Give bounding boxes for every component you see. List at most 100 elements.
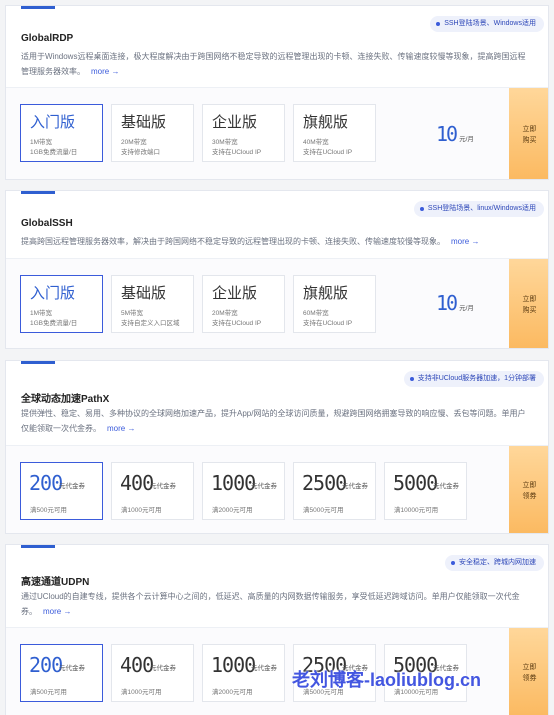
claim-label-2: 领券 — [522, 675, 537, 682]
coupon-amount: 2500 — [302, 471, 347, 495]
coupon-option-1000[interactable]: 1000 元代金券 满2000元可用 — [202, 644, 285, 702]
more-link[interactable]: more → — [451, 237, 479, 246]
product-card-pathx: 支持非UCloud服务器加速，1分钟部署 全球动态加速PathX 提供弹性、稳定… — [5, 360, 549, 534]
claim-label-1: 立即 — [522, 481, 537, 489]
product-description: 提供弹性、稳定、易用、多种协议的全球网络加速产品，提升App/网站的全球访问质量… — [21, 406, 533, 436]
coupon-unit: 元代金券 — [251, 665, 277, 672]
plan-name: 入门版 — [30, 114, 76, 131]
plan-option-basic[interactable]: 基础版 20M带宽 支持修改端口 — [111, 104, 194, 162]
plan-option-entry[interactable]: 入门版 1M带宽 1GB免费流量/日 — [20, 104, 103, 162]
coupon-option-5000[interactable]: 5000 元代金券 满10000元可用 — [384, 462, 467, 520]
product-title: GlobalRDP — [21, 33, 74, 44]
plan-bandwidth: 30M带宽 — [212, 139, 238, 146]
card-accent-bar — [21, 545, 55, 548]
coupon-minimum: 满5000元可用 — [303, 507, 344, 514]
plan-option-basic[interactable]: 基础版 5M带宽 支持自定义入口区域 — [111, 275, 194, 333]
coupon-unit: 元代金券 — [59, 483, 85, 490]
plan-option-flagship[interactable]: 旗舰版 40M带宽 支持在UCloud IP — [293, 104, 376, 162]
price: 10 元/月 — [436, 291, 474, 315]
plan-name: 基础版 — [121, 114, 167, 131]
plan-name: 企业版 — [212, 285, 258, 302]
claim-coupon-button[interactable]: 立即 领券 — [509, 628, 548, 715]
coupon-minimum: 满500元可用 — [30, 689, 67, 696]
price-unit: 元/月 — [459, 136, 474, 143]
coupon-minimum: 满2000元可用 — [212, 507, 253, 514]
price-value: 10 — [436, 122, 458, 146]
coupon-option-2500[interactable]: 2500 元代金券 满5000元可用 — [293, 462, 376, 520]
claim-label-2: 领券 — [522, 492, 537, 500]
coupon-option-400[interactable]: 400 元代金券 满1000元可用 — [111, 644, 194, 702]
coupon-row: 200 元代金券 满500元可用 400 元代金券 满1000元可用 1000 … — [6, 445, 548, 533]
coupon-unit: 元代金券 — [59, 665, 85, 672]
plan-feature: 支持在UCloud IP — [212, 320, 262, 327]
feature-tag: SSH登陆场景、linux/Windows适用 — [413, 201, 544, 217]
plan-name: 基础版 — [121, 285, 167, 302]
buy-label-1: 立即 — [522, 125, 537, 133]
plan-name: 旗舰版 — [303, 285, 349, 302]
description-text: 通过UCloud的自建专线，提供各个云计算中心之间的，低延迟、高质量的内网数据传… — [21, 592, 520, 616]
feature-tag: 安全稳定、跨城内网加速 — [445, 555, 544, 571]
coupon-unit: 元代金券 — [150, 665, 176, 672]
coupon-amount: 400 — [120, 471, 154, 495]
plan-feature: 支持在UCloud IP — [303, 320, 353, 327]
coupon-amount: 1000 — [211, 471, 256, 495]
buy-label-1: 立即 — [522, 295, 537, 303]
plan-bandwidth: 1M带宽 — [30, 139, 53, 146]
plan-feature: 1GB免费流量/日 — [30, 320, 78, 327]
coupon-unit: 元代金券 — [342, 483, 368, 490]
coupon-option-1000[interactable]: 1000 元代金券 满2000元可用 — [202, 462, 285, 520]
description-text: 提高跨国远程管理服务器效率，解决由于跨国网络不稳定导致的远程管理出现的卡顿、连接… — [21, 237, 445, 246]
plan-name: 企业版 — [212, 114, 258, 131]
more-link[interactable]: more → — [43, 607, 71, 616]
plan-row: 入门版 1M带宽 1GB免费流量/日 基础版 20M带宽 支持修改端口 企业版 … — [6, 87, 548, 179]
coupon-minimum: 满1000元可用 — [121, 689, 162, 696]
plan-bandwidth: 5M带宽 — [121, 310, 144, 317]
feature-tag: 支持非UCloud服务器加速，1分钟部署 — [403, 371, 544, 387]
plan-option-entry[interactable]: 入门版 1M带宽 1GB免费流量/日 — [20, 275, 103, 333]
feature-tag: SSH登陆场景、Windows适用 — [430, 16, 544, 32]
coupon-minimum: 满10000元可用 — [394, 507, 439, 514]
plan-feature: 支持在UCloud IP — [212, 149, 262, 156]
coupon-amount: 1000 — [211, 653, 256, 677]
coupon-amount: 200 — [29, 653, 63, 677]
coupon-unit: 元代金券 — [150, 483, 176, 490]
plan-option-enterprise[interactable]: 企业版 20M带宽 支持在UCloud IP — [202, 275, 285, 333]
price-unit: 元/月 — [459, 305, 474, 312]
product-description: 通过UCloud的自建专线，提供各个云计算中心之间的，低延迟、高质量的内网数据传… — [21, 589, 533, 619]
claim-coupon-button[interactable]: 立即 领券 — [509, 446, 548, 533]
coupon-unit: 元代金券 — [433, 483, 459, 490]
coupon-option-200[interactable]: 200 元代金券 满500元可用 — [20, 644, 103, 702]
plan-name: 旗舰版 — [303, 114, 349, 131]
card-accent-bar — [21, 361, 55, 364]
claim-label-1: 立即 — [522, 664, 537, 671]
more-link[interactable]: more → — [91, 67, 119, 76]
plan-option-flagship[interactable]: 旗舰版 60M带宽 支持在UCloud IP — [293, 275, 376, 333]
coupon-option-400[interactable]: 400 元代金券 满1000元可用 — [111, 462, 194, 520]
plan-bandwidth: 20M带宽 — [121, 139, 147, 146]
plan-row: 入门版 1M带宽 1GB免费流量/日 基础版 5M带宽 支持自定义入口区域 企业… — [6, 258, 548, 348]
watermark: 老刘博客-laoliublog.cn — [292, 670, 481, 690]
plan-feature: 支持修改端口 — [121, 149, 160, 156]
plan-feature: 支持自定义入口区域 — [121, 320, 180, 327]
price-value: 10 — [436, 291, 458, 315]
buy-now-button[interactable]: 立即 购买 — [509, 88, 548, 179]
price: 10 元/月 — [436, 122, 474, 146]
card-accent-bar — [21, 191, 55, 194]
coupon-option-200[interactable]: 200 元代金券 满500元可用 — [20, 462, 103, 520]
buy-label-2: 购买 — [522, 136, 537, 144]
coupon-minimum: 满500元可用 — [30, 507, 67, 514]
more-link[interactable]: more → — [107, 424, 135, 433]
product-description: 提高跨国远程管理服务器效率，解决由于跨国网络不稳定导致的远程管理出现的卡顿、连接… — [21, 234, 533, 249]
buy-now-button[interactable]: 立即 购买 — [509, 259, 548, 348]
plan-bandwidth: 60M带宽 — [303, 310, 329, 317]
coupon-amount: 5000 — [393, 471, 438, 495]
coupon-minimum: 满1000元可用 — [121, 507, 162, 514]
product-title: 高速通道UDPN — [21, 577, 90, 588]
product-card-globalssh: SSH登陆场景、linux/Windows适用 GlobalSSH 提高跨国远程… — [5, 190, 549, 349]
plan-feature: 1GB免费流量/日 — [30, 149, 78, 156]
product-description: 适用于Windows远程桌面连接，极大程度解决由于跨国网络不稳定导致的远程管理出… — [21, 49, 533, 79]
coupon-amount: 200 — [29, 471, 63, 495]
coupon-amount: 400 — [120, 653, 154, 677]
plan-option-enterprise[interactable]: 企业版 30M带宽 支持在UCloud IP — [202, 104, 285, 162]
plan-feature: 支持在UCloud IP — [303, 149, 353, 156]
